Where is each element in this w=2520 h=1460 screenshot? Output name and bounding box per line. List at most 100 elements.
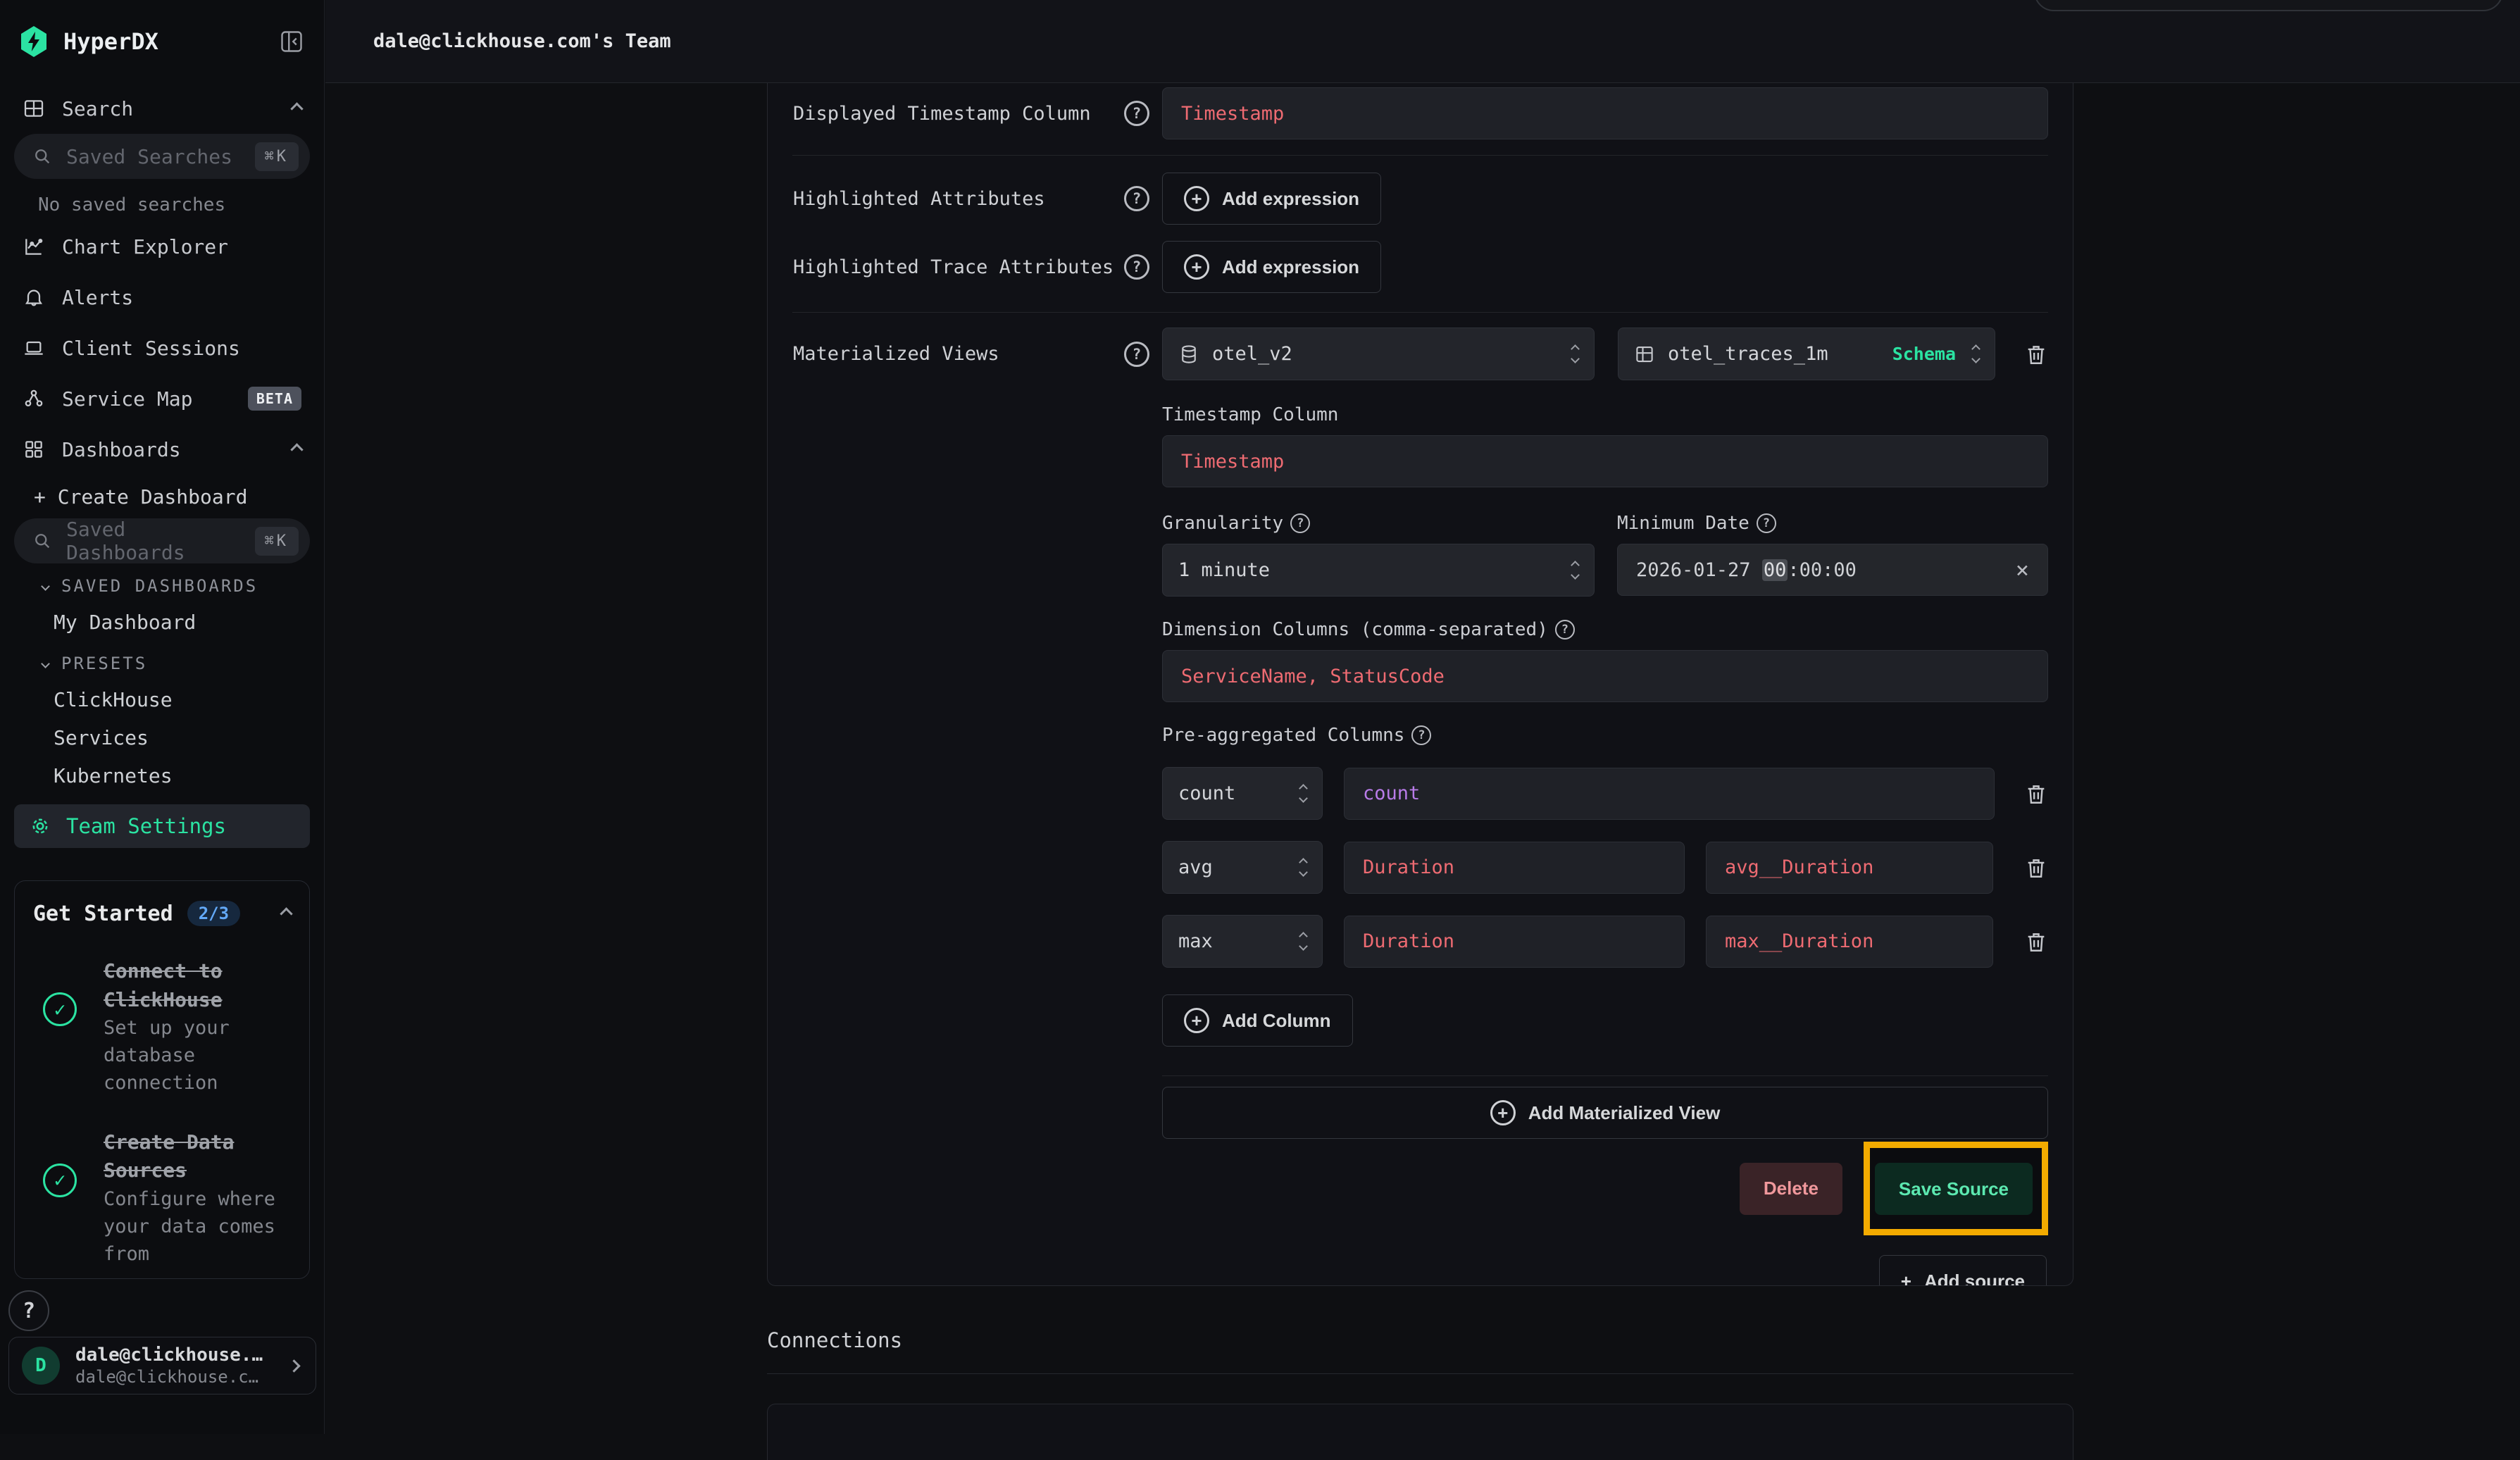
delete-source-button[interactable]: Delete — [1740, 1163, 1842, 1215]
delete-row-trash-icon[interactable] — [2024, 781, 2048, 806]
help-icon[interactable]: ? — [1555, 620, 1575, 639]
input-value: max__Duration — [1725, 930, 1873, 952]
saved-dashboards-input[interactable]: Saved Dashboards ⌘K — [14, 518, 310, 563]
select-chevrons-icon — [1973, 346, 1979, 362]
input-value: Duration — [1363, 856, 1454, 878]
highlighted-attrs-label: Highlighted Attributes — [792, 188, 1124, 210]
step-connect-clickhouse[interactable]: ✓ Connect to ClickHouse Set up your data… — [33, 957, 291, 1097]
help-button[interactable]: ? — [8, 1290, 49, 1331]
add-column-button[interactable]: + Add Column — [1162, 994, 1353, 1047]
sidebar-item-search[interactable]: Search — [14, 83, 310, 134]
help-icon[interactable]: ? — [1124, 254, 1149, 280]
sidebar-item-chart-explorer[interactable]: Chart Explorer — [14, 221, 310, 272]
section-label: SAVED DASHBOARDS — [61, 576, 258, 596]
no-saved-searches-text: No saved searches — [14, 179, 310, 221]
sidebar-item-label: Chart Explorer — [62, 235, 228, 258]
delete-row-trash-icon[interactable] — [2024, 855, 2048, 880]
create-dashboard-button[interactable]: + Create Dashboard — [14, 475, 310, 518]
sidebar-item-label: Alerts — [62, 286, 133, 309]
save-source-button[interactable]: Save Source — [1875, 1163, 2033, 1215]
section-saved-dashboards[interactable]: SAVED DASHBOARDS — [14, 563, 310, 603]
saved-searches-input[interactable]: Saved Searches ⌘K — [14, 134, 310, 179]
sidebar-item-clickhouse[interactable]: ClickHouse — [14, 680, 310, 718]
expression-input[interactable]: Duration — [1344, 842, 1685, 894]
sidebar-item-client-sessions[interactable]: Client Sessions — [14, 323, 310, 373]
table-select[interactable]: otel_traces_1m Schema — [1618, 327, 1995, 380]
user-name: dale@clickhouse.… — [75, 1344, 274, 1367]
add-expression-button[interactable]: + Add expression — [1162, 173, 1381, 225]
dimension-columns-input[interactable]: ServiceName, StatusCode — [1162, 650, 2048, 702]
user-email: dale@clickhouse.c… — [75, 1366, 274, 1387]
section-presets[interactable]: PRESETS — [14, 641, 310, 680]
input-value: count — [1363, 782, 1420, 804]
help-icon[interactable]: ? — [1411, 725, 1431, 745]
expression-input[interactable]: Duration — [1344, 916, 1685, 968]
chevron-up-icon[interactable] — [290, 443, 303, 456]
search-icon — [32, 146, 52, 166]
plus-circle-icon: + — [1184, 186, 1209, 211]
sidebar-item-service-map[interactable]: Service Map BETA — [14, 373, 310, 424]
help-icon[interactable]: ? — [1124, 101, 1149, 126]
input-value: Timestamp — [1181, 451, 1284, 473]
chevron-up-icon[interactable] — [280, 907, 292, 920]
hyperdx-logo-icon — [20, 26, 48, 57]
preset-label: ClickHouse — [54, 688, 173, 711]
schema-link[interactable]: Schema — [1892, 344, 1956, 364]
clear-date-icon[interactable]: × — [2016, 556, 2029, 583]
help-icon[interactable]: ? — [1290, 513, 1310, 533]
input-value: ServiceName, StatusCode — [1181, 666, 1445, 687]
sidebar-item-label: Client Sessions — [62, 337, 240, 360]
bell-icon — [23, 286, 45, 308]
displayed-timestamp-input[interactable]: Timestamp — [1162, 87, 2048, 139]
timestamp-column-input[interactable]: Timestamp — [1162, 435, 2048, 487]
chevron-up-icon[interactable] — [290, 102, 303, 115]
team-settings-label: Team Settings — [66, 814, 226, 838]
help-icon[interactable]: ? — [1757, 513, 1776, 533]
shortcut-badge: ⌘K — [255, 527, 299, 556]
sidebar-item-label: Service Map — [62, 387, 192, 411]
aggregation-fn-select[interactable]: avg — [1162, 841, 1323, 894]
dimension-columns-label: Dimension Columns (comma-separated) ? — [1162, 619, 2048, 640]
sidebar-item-my-dashboard[interactable]: My Dashboard — [14, 603, 310, 641]
fn-value: count — [1178, 782, 1235, 804]
sidebar-item-services[interactable]: Services — [14, 718, 310, 756]
sidebar-item-kubernetes[interactable]: Kubernetes — [14, 756, 310, 794]
check-circle-icon: ✓ — [43, 992, 77, 1026]
expression-input[interactable]: count — [1344, 768, 1995, 820]
timestamp-column-label: Timestamp Column — [1162, 404, 2048, 425]
add-trace-expression-button[interactable]: + Add expression — [1162, 241, 1381, 293]
materialized-views-label: Materialized Views — [792, 343, 1124, 365]
sidebar-collapse-icon[interactable] — [279, 29, 304, 54]
aggregation-fn-select[interactable]: max — [1162, 915, 1323, 968]
sidebar-item-alerts[interactable]: Alerts — [14, 272, 310, 323]
help-icon[interactable]: ? — [1124, 186, 1149, 211]
chart-icon — [23, 235, 45, 258]
connections-divider — [767, 1373, 2073, 1374]
service-map-icon — [23, 387, 45, 410]
step-create-data-sources[interactable]: ✓ Create Data Sources Configure where yo… — [33, 1128, 291, 1268]
delete-row-trash-icon[interactable] — [2024, 929, 2048, 954]
help-icon[interactable]: ? — [1124, 342, 1149, 367]
fn-value: max — [1178, 930, 1213, 952]
sidebar-item-team-settings[interactable]: Team Settings — [14, 804, 310, 848]
add-source-button[interactable]: + Add source — [1879, 1255, 2047, 1286]
preset-label: Kubernetes — [54, 764, 173, 787]
alias-input[interactable]: avg__Duration — [1706, 842, 1993, 894]
alias-input[interactable]: max__Duration — [1706, 916, 1993, 968]
database-select[interactable]: otel_v2 — [1162, 327, 1595, 380]
input-value: Duration — [1363, 930, 1454, 952]
avatar: D — [22, 1347, 60, 1385]
highlighted-trace-attrs-label: Highlighted Trace Attributes — [792, 256, 1124, 278]
add-materialized-view-button[interactable]: + Add Materialized View — [1162, 1087, 2048, 1139]
search-icon — [32, 531, 52, 551]
preset-label: Services — [54, 726, 149, 749]
sidebar-item-dashboards[interactable]: Dashboards — [14, 424, 310, 475]
plus-circle-icon: + — [1184, 1008, 1209, 1033]
dashboard-label: My Dashboard — [54, 611, 196, 634]
app-title: HyperDX — [63, 28, 263, 55]
minimum-date-input[interactable]: 2026-01-27 00:00:00 × — [1617, 544, 2048, 596]
aggregation-fn-select[interactable]: count — [1162, 767, 1323, 820]
user-menu[interactable]: D dale@clickhouse.… dale@clickhouse.c… — [8, 1337, 316, 1395]
granularity-select[interactable]: 1 minute — [1162, 544, 1595, 597]
delete-view-trash-icon[interactable] — [2024, 342, 2048, 367]
